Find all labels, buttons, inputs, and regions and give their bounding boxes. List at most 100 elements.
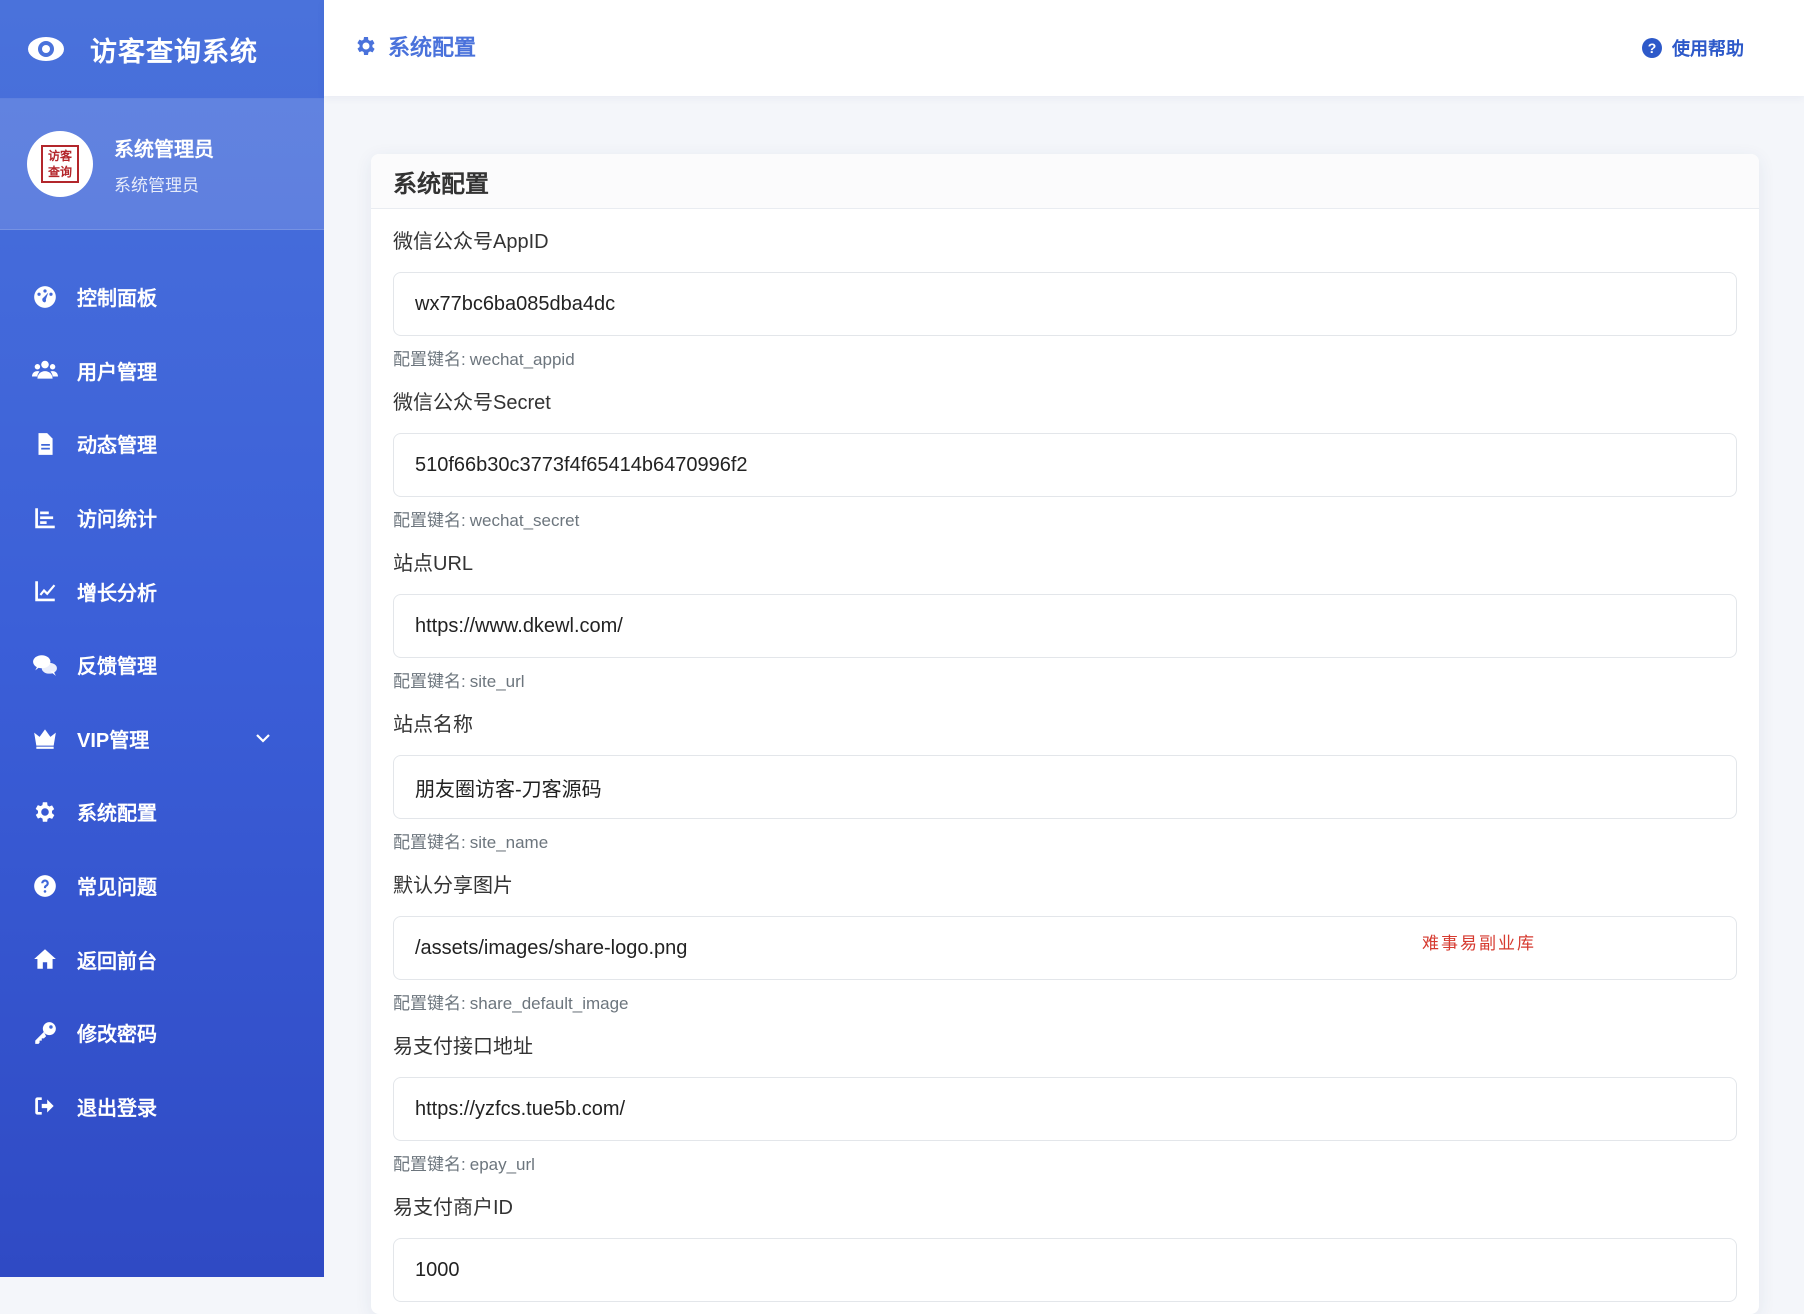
help-icon: ? <box>1642 38 1662 58</box>
sidebar-item-feedback[interactable]: 反馈管理 <box>0 628 324 702</box>
sidebar-item-users[interactable]: 用户管理 <box>0 334 324 408</box>
eye-icon <box>28 37 64 61</box>
sidebar-item-faq[interactable]: 常见问题 <box>0 849 324 923</box>
sidebar-nav: 控制面板 用户管理 动态管理 访问统计 增长分析 反馈管理 VIP管理 系统配置… <box>0 230 324 1143</box>
gear-icon <box>31 798 59 826</box>
field-hint: 配置键名: epay_url <box>393 1150 1737 1175</box>
sidebar-item-label: 常见问题 <box>77 877 157 900</box>
breadcrumb: 系统配置 <box>354 30 476 62</box>
config-field: 微信公众号Secret 510f66b30c3773f4f65414b64709… <box>393 389 1737 531</box>
hint-prefix: 配置键名: <box>393 672 466 691</box>
field-hint: 配置键名: wechat_secret <box>393 506 1737 531</box>
user-profile: 访 客 查 询 系统管理员 系统管理员 <box>0 99 324 230</box>
field-hint: 配置键名: site_name <box>393 828 1737 853</box>
config-field: 易支付接口地址 https://yzfcs.tue5b.com/ 配置键名: ep… <box>393 1033 1737 1175</box>
wechat-secret-input[interactable]: 510f66b30c3773f4f65414b6470996f2 <box>393 433 1737 497</box>
help-link[interactable]: ? 使用帮助 <box>1642 35 1744 61</box>
field-label: 易支付接口地址 <box>393 1036 533 1058</box>
hint-prefix: 配置键名: <box>393 1155 466 1174</box>
sidebar-item-label: 反馈管理 <box>77 656 157 679</box>
field-hint: 配置键名: site_url <box>393 667 1737 692</box>
help-label: 使用帮助 <box>1672 39 1744 59</box>
sidebar-item-label: 用户管理 <box>77 361 157 384</box>
sidebar-item-label: 增长分析 <box>77 582 157 605</box>
field-label: 站点名称 <box>393 714 473 736</box>
site-name-input[interactable]: 朋友圈访客-刀客源码 <box>393 755 1737 819</box>
hint-prefix: 配置键名: <box>393 350 466 369</box>
brand: 访客查询系统 <box>0 0 324 99</box>
avatar-char: 客 <box>60 148 73 163</box>
sidebar-item-label: 访问统计 <box>77 509 157 532</box>
config-field: 站点URL https://www.dkewl.com/ 配置键名: site_u… <box>393 550 1737 692</box>
profile-role: 系统管理员 <box>114 175 199 195</box>
field-label: 微信公众号AppID <box>393 231 549 253</box>
bar-chart-icon <box>31 504 59 532</box>
share-image-input[interactable]: /assets/images/share-logo.png 难事易副业库 <box>393 916 1737 980</box>
config-key: epay_url <box>469 1155 535 1174</box>
sidebar-item-label: 控制面板 <box>77 288 157 311</box>
sidebar-item-settings[interactable]: 系统配置 <box>0 775 324 849</box>
logout-icon <box>31 1092 59 1120</box>
avatar-char: 查 <box>47 164 60 179</box>
app-title: 访客查询系统 <box>90 36 258 67</box>
topbar: 系统配置 ? 使用帮助 <box>324 0 1804 96</box>
line-chart-icon <box>31 577 59 605</box>
profile-name: 系统管理员 <box>114 138 214 161</box>
sidebar-item-vip[interactable]: VIP管理 <box>0 702 324 776</box>
sidebar-item-label: 修改密码 <box>77 1024 157 1047</box>
sidebar-item-label: 退出登录 <box>77 1097 157 1120</box>
settings-card: 系统配置 微信公众号AppID wx77bc6ba085dba4dc 配置键名:… <box>371 154 1759 1314</box>
input-value: wx77bc6ba085dba4dc <box>415 292 616 315</box>
sidebar-item-label: 系统配置 <box>77 803 157 826</box>
chevron-down-icon[interactable] <box>254 729 272 747</box>
file-icon <box>31 430 59 458</box>
config-field: 易支付商户ID 1000 <box>393 1194 1737 1302</box>
config-key: wechat_appid <box>469 350 575 369</box>
input-value: 朋友圈访客-刀客源码 <box>415 778 602 801</box>
sidebar-item-label: VIP管理 <box>77 729 150 752</box>
input-value: 510f66b30c3773f4f65414b6470996f2 <box>415 453 748 476</box>
input-value: https://www.dkewl.com/ <box>415 614 623 637</box>
avatar-logo: 访 客 查 询 <box>41 145 79 183</box>
config-field: 默认分享图片 /assets/images/share-logo.png 难事易… <box>393 872 1737 1014</box>
field-label: 站点URL <box>393 553 474 575</box>
sidebar-item-frontend[interactable]: 返回前台 <box>0 922 324 996</box>
epay-merchant-id-input[interactable]: 1000 <box>393 1238 1737 1302</box>
site-url-input[interactable]: https://www.dkewl.com/ <box>393 594 1737 658</box>
avatar-char: 访 <box>47 148 60 163</box>
key-icon <box>31 1019 59 1047</box>
input-value: https://yzfcs.tue5b.com/ <box>415 1097 626 1120</box>
sidebar-item-dashboard[interactable]: 控制面板 <box>0 260 324 334</box>
dashboard-icon <box>31 283 59 311</box>
field-hint: 配置键名: share_default_image <box>393 989 1737 1014</box>
wechat-appid-input[interactable]: wx77bc6ba085dba4dc <box>393 272 1737 336</box>
hint-prefix: 配置键名: <box>393 833 466 852</box>
config-field: 微信公众号AppID wx77bc6ba085dba4dc 配置键名: wecha… <box>393 228 1737 370</box>
sidebar-item-label: 动态管理 <box>77 435 157 458</box>
crown-icon <box>31 724 59 752</box>
sidebar-item-growth[interactable]: 增长分析 <box>0 554 324 628</box>
config-key: site_url <box>469 672 525 691</box>
watermark: 难事易副业库 <box>1422 934 1536 954</box>
avatar-char: 询 <box>60 164 73 179</box>
epay-url-input[interactable]: https://yzfcs.tue5b.com/ <box>393 1077 1737 1141</box>
sidebar-item-logout[interactable]: 退出登录 <box>0 1070 324 1144</box>
config-key: share_default_image <box>469 994 629 1013</box>
hint-prefix: 配置键名: <box>393 994 466 1013</box>
hint-prefix: 配置键名: <box>393 511 466 530</box>
config-key: site_name <box>469 833 549 852</box>
sidebar-item-password[interactable]: 修改密码 <box>0 996 324 1070</box>
sidebar-item-stats[interactable]: 访问统计 <box>0 481 324 555</box>
sidebar-item-label: 返回前台 <box>77 950 157 973</box>
config-key: wechat_secret <box>469 511 580 530</box>
question-icon <box>31 872 59 900</box>
field-label: 易支付商户ID <box>393 1197 513 1219</box>
field-label: 微信公众号Secret <box>393 392 551 414</box>
page-title: 系统配置 <box>388 35 477 60</box>
gear-icon <box>357 37 375 55</box>
sidebar: 访客查询系统 访 客 查 询 系统管理员 系统管理员 控制面板 用户管理 动态管… <box>0 0 324 1277</box>
sidebar-item-posts[interactable]: 动态管理 <box>0 407 324 481</box>
field-label: 默认分享图片 <box>393 875 513 897</box>
users-icon <box>31 356 59 384</box>
field-hint: 配置键名: wechat_appid <box>393 345 1737 370</box>
